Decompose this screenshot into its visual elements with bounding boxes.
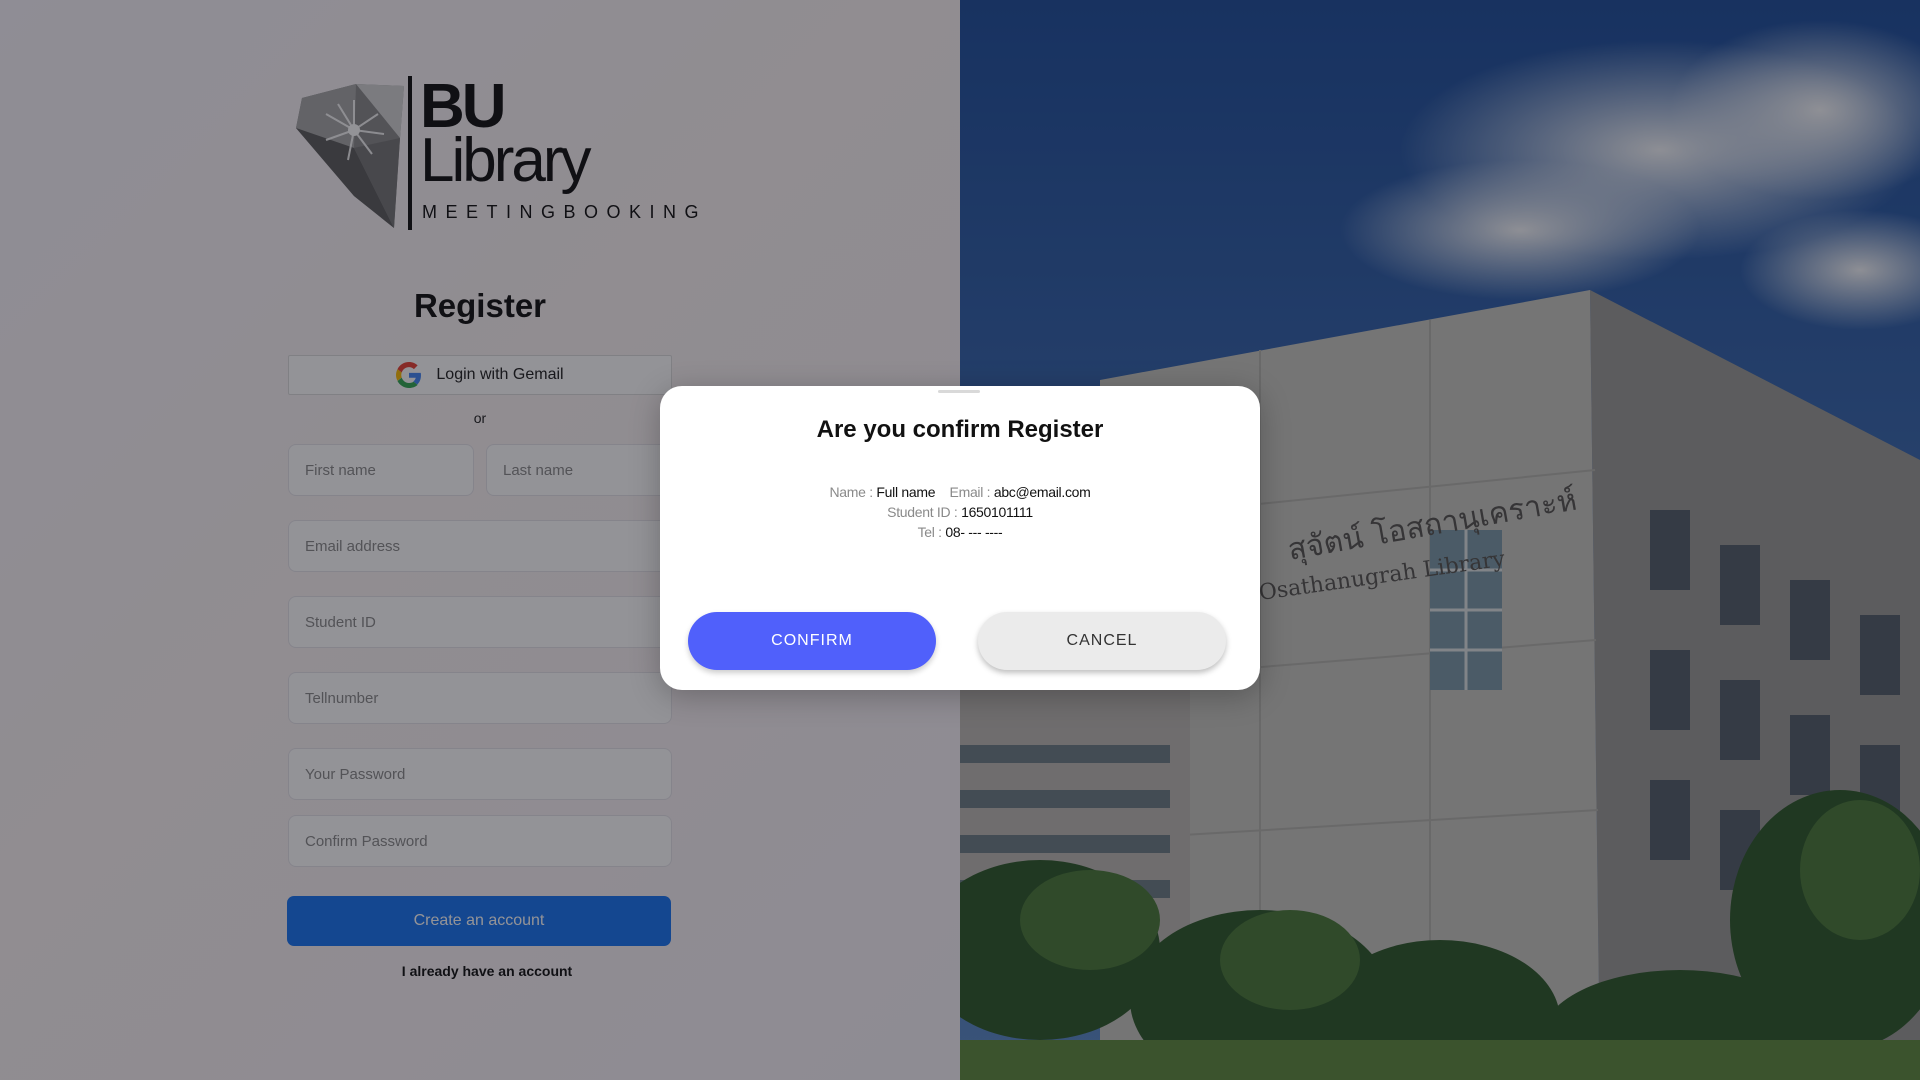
tel-label: Tel : <box>917 524 946 540</box>
email-label: Email : <box>949 484 994 500</box>
name-value: Full name <box>876 484 936 500</box>
summary-line-tel: Tel : 08- --- ---- <box>660 522 1260 542</box>
register-summary: Name : Full name Email : abc@email.com S… <box>660 482 1260 542</box>
student-id-label: Student ID : <box>887 504 962 520</box>
confirm-register-dialog: Are you confirm Register Name : Full nam… <box>660 386 1260 690</box>
cancel-button[interactable]: CANCEL <box>978 612 1226 670</box>
dialog-handle <box>938 390 980 393</box>
summary-line-name-email: Name : Full name Email : abc@email.com <box>660 482 1260 502</box>
student-id-value: 1650101111 <box>961 504 1033 520</box>
summary-line-student-id: Student ID : 1650101111 <box>660 502 1260 522</box>
name-label: Name : <box>829 484 877 500</box>
email-value: abc@email.com <box>993 484 1091 500</box>
tel-value: 08- --- ---- <box>945 524 1003 540</box>
confirm-button[interactable]: CONFIRM <box>688 612 936 670</box>
dialog-title: Are you confirm Register <box>816 416 1104 443</box>
